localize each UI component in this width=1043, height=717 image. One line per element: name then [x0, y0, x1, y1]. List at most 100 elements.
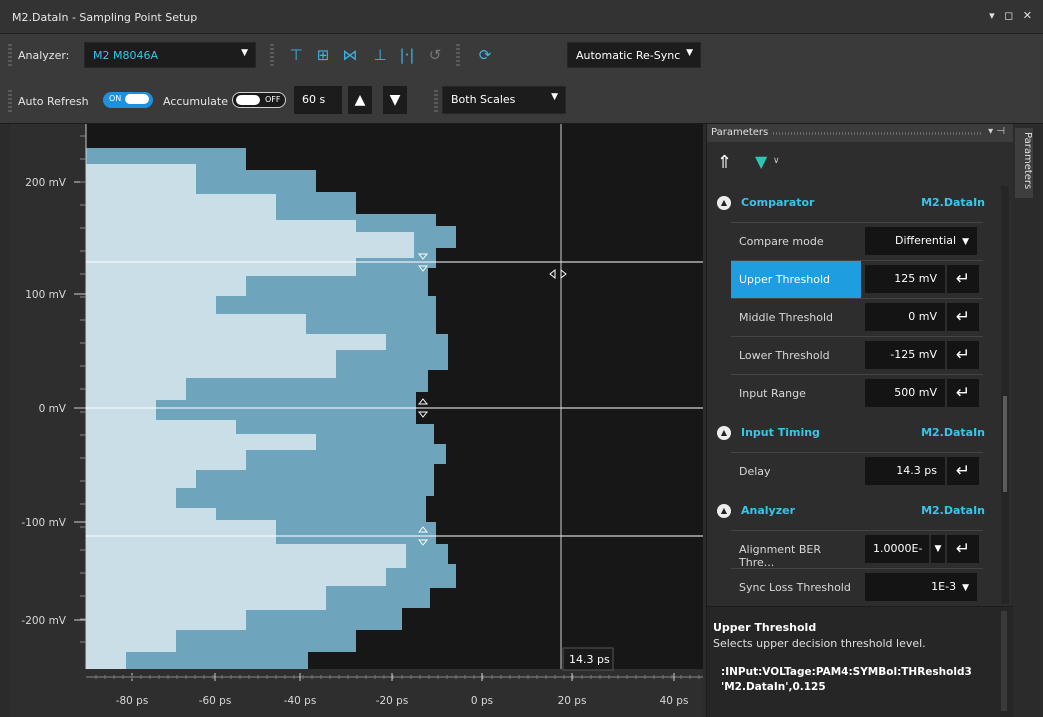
scale-mode-value: Both Scales [451, 93, 516, 106]
resync-mode-select[interactable]: Automatic Re-Sync ▼ [567, 42, 701, 68]
y-tick-label: 200 mV [25, 177, 67, 189]
param-name[interactable]: Upper Threshold [731, 261, 861, 298]
filter-icon[interactable]: ▼ [755, 152, 767, 171]
accumulate-toggle[interactable]: OFF [232, 92, 286, 108]
align-top-icon[interactable]: ⊤ [285, 44, 307, 66]
accumulate-label: Accumulate [163, 95, 228, 108]
row-sync-loss: Sync Loss Threshold 1E-3 ▼ [731, 568, 983, 606]
row-upper-threshold: Upper Threshold 125 mV ↵ [731, 260, 983, 298]
interval-down-button[interactable]: ▼ [383, 86, 407, 114]
param-name[interactable]: Alignment BER Thre... [731, 531, 861, 569]
auto-refresh-state: ON [109, 94, 122, 103]
pin-icon[interactable]: ▾ ⊣ [988, 126, 1005, 137]
scrollbar-thumb[interactable] [1003, 396, 1007, 492]
analyzer-select[interactable]: M2 M8046A ▼ [84, 42, 256, 68]
help-description: Selects upper decision threshold level. [713, 637, 926, 650]
auto-refresh-toggle[interactable]: ON [103, 92, 153, 108]
help-scpi-command: :INPut:VOLTage:PAM4:SYMBol:THReshold3 'M… [721, 666, 972, 693]
x-tick-label: -80 ps [116, 695, 149, 707]
parameters-panel: Parameters ▾ ⊣ ⇑ ▼ ∨ ▲ Comparator M2.Dat… [706, 124, 1013, 717]
x-tick-label: -60 ps [199, 695, 232, 707]
center-horizontal-icon[interactable]: |·| [396, 44, 418, 66]
auto-refresh-label: Auto Refresh [18, 95, 89, 108]
refresh-interval-field[interactable]: 60 s [294, 86, 342, 114]
section-name: Comparator [741, 196, 815, 209]
parameters-header: Parameters ▾ ⊣ [707, 124, 1013, 142]
chevron-down-icon: ▼ [686, 48, 693, 58]
chevron-down-icon[interactable]: ▼ [931, 535, 945, 563]
eye-center-icon[interactable]: ⋈ [339, 44, 361, 66]
parameters-toolbar: ⇑ ▼ ∨ [707, 142, 1013, 186]
window-controls[interactable]: ▾ ◻ ✕ [989, 9, 1035, 22]
enter-icon[interactable]: ↵ [947, 457, 979, 485]
lower-threshold-input[interactable]: -125 mV [865, 341, 945, 369]
section-comparator[interactable]: ▲ Comparator M2.DataIn [709, 184, 999, 222]
collapse-icon[interactable]: ▲ [717, 504, 731, 518]
collapse-all-icon[interactable]: ⇑ [717, 152, 732, 173]
middle-threshold-input[interactable]: 0 mV [865, 303, 945, 331]
interval-up-button[interactable]: ▲ [348, 86, 372, 114]
toolbar-grip[interactable] [8, 90, 12, 114]
chevron-down-icon: ▼ [962, 583, 969, 593]
param-name[interactable]: Sync Loss Threshold [731, 569, 861, 606]
section-analyzer[interactable]: ▲ Analyzer M2.DataIn [709, 492, 999, 530]
section-name: Input Timing [741, 426, 820, 439]
y-axis: 200 mV 100 mV 0 mV -100 mV -200 mV [21, 124, 87, 669]
eye-diagram-svg: 200 mV 100 mV 0 mV -100 mV -200 mV -80 ps -60… [21, 124, 703, 707]
drag-grip[interactable] [773, 132, 983, 135]
param-value: Differential [895, 234, 957, 247]
resync-icon[interactable]: ⟳ [474, 44, 496, 66]
center-vertical-icon[interactable]: ⊞ [312, 44, 334, 66]
analyzer-value: M2 M8046A [93, 49, 158, 62]
enter-icon[interactable]: ↵ [947, 265, 979, 293]
parameters-title: Parameters [711, 127, 769, 138]
row-compare-mode: Compare mode Differential ▼ [731, 222, 983, 260]
param-name[interactable]: Lower Threshold [731, 337, 861, 374]
side-tab-strip: Parameters [1013, 124, 1043, 717]
tab-parameters[interactable]: Parameters [1015, 128, 1033, 198]
scale-mode-select[interactable]: Both Scales ▼ [442, 86, 566, 114]
toolbar-grip[interactable] [456, 44, 460, 68]
row-alignment-ber: Alignment BER Thre... 1.0000E- ▼ ↵ [731, 530, 983, 569]
accumulate-state: OFF [265, 95, 281, 104]
parameters-scrollbar[interactable] [1001, 186, 1009, 604]
enter-icon[interactable]: ↵ [947, 379, 979, 407]
input-range-input[interactable]: 500 mV [865, 379, 945, 407]
toolbar-grip[interactable] [434, 90, 438, 114]
enter-icon[interactable]: ↵ [947, 341, 979, 369]
chevron-down-icon[interactable]: ∨ [773, 156, 780, 166]
section-device: M2.DataIn [921, 196, 985, 209]
window-title: M2.DataIn - Sampling Point Setup [12, 11, 198, 24]
toolbar-grip[interactable] [8, 44, 12, 68]
x-tick-label: 0 ps [471, 695, 493, 707]
param-name: Compare mode [739, 235, 824, 248]
sync-loss-select[interactable]: 1E-3 ▼ [865, 573, 977, 601]
compare-mode-select[interactable]: Differential ▼ [865, 227, 977, 255]
collapse-icon[interactable]: ▲ [717, 196, 731, 210]
analyzer-label: Analyzer: [18, 49, 70, 62]
y-tick-label: 0 mV [39, 403, 67, 415]
param-name[interactable]: Input Range [731, 375, 861, 412]
param-name[interactable]: Middle Threshold [731, 299, 861, 336]
enter-icon[interactable]: ↵ [947, 535, 979, 563]
enter-icon[interactable]: ↵ [947, 303, 979, 331]
help-scrollbar[interactable] [1001, 611, 1007, 711]
chevron-down-icon: ▼ [551, 92, 558, 102]
delay-input[interactable]: 14.3 ps [865, 457, 945, 485]
collapse-icon[interactable]: ▲ [717, 426, 731, 440]
toggle-knob [236, 95, 260, 105]
x-tick-label: 20 ps [558, 695, 587, 707]
row-middle-threshold: Middle Threshold 0 mV ↵ [731, 298, 983, 336]
section-input-timing[interactable]: ▲ Input Timing M2.DataIn [709, 414, 999, 452]
align-bottom-icon[interactable]: ⊥ [369, 44, 391, 66]
upper-threshold-input[interactable]: 125 mV [865, 265, 945, 293]
alignment-ber-select[interactable]: 1.0000E- [865, 535, 929, 563]
x-tick-label: -40 ps [284, 695, 317, 707]
toolbar-analyzer: Analyzer: M2 M8046A ▼ [0, 34, 1043, 78]
section-name: Analyzer [741, 504, 795, 517]
param-name[interactable]: Delay [731, 453, 861, 490]
toolbar-grip[interactable] [270, 44, 274, 68]
help-panel: Upper Threshold Selects upper decision t… [707, 606, 1013, 717]
eye-diagram-plot[interactable]: 200 mV 100 mV 0 mV -100 mV -200 mV -80 ps -60… [10, 124, 703, 717]
undo-icon[interactable]: ↺ [424, 44, 446, 66]
